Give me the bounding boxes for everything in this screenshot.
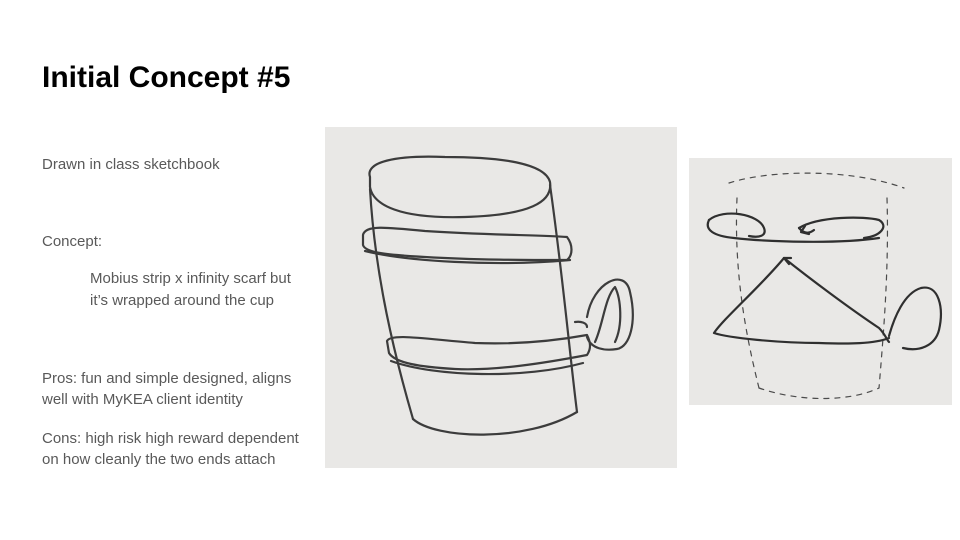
cup-sketch-image — [325, 127, 677, 468]
pros-line-1: Pros: fun and simple designed, aligns — [42, 370, 292, 387]
pros-line-2: well with MyKEA client identity — [42, 391, 243, 408]
concept-line-2: it’s wrapped around the cup — [90, 292, 275, 309]
drawn-note: Drawn in class sketchbook — [42, 156, 220, 173]
slide-title: Initial Concept #5 — [42, 61, 291, 94]
cons-line-1: Cons: high risk high reward dependent — [42, 430, 299, 447]
concept-heading: Concept: — [42, 233, 103, 250]
cons-line-2: on how cleanly the two ends attach — [42, 451, 276, 468]
strip-sketch-image — [689, 158, 952, 405]
concept-line-1: Mobius strip x infinity scarf but — [90, 270, 291, 287]
